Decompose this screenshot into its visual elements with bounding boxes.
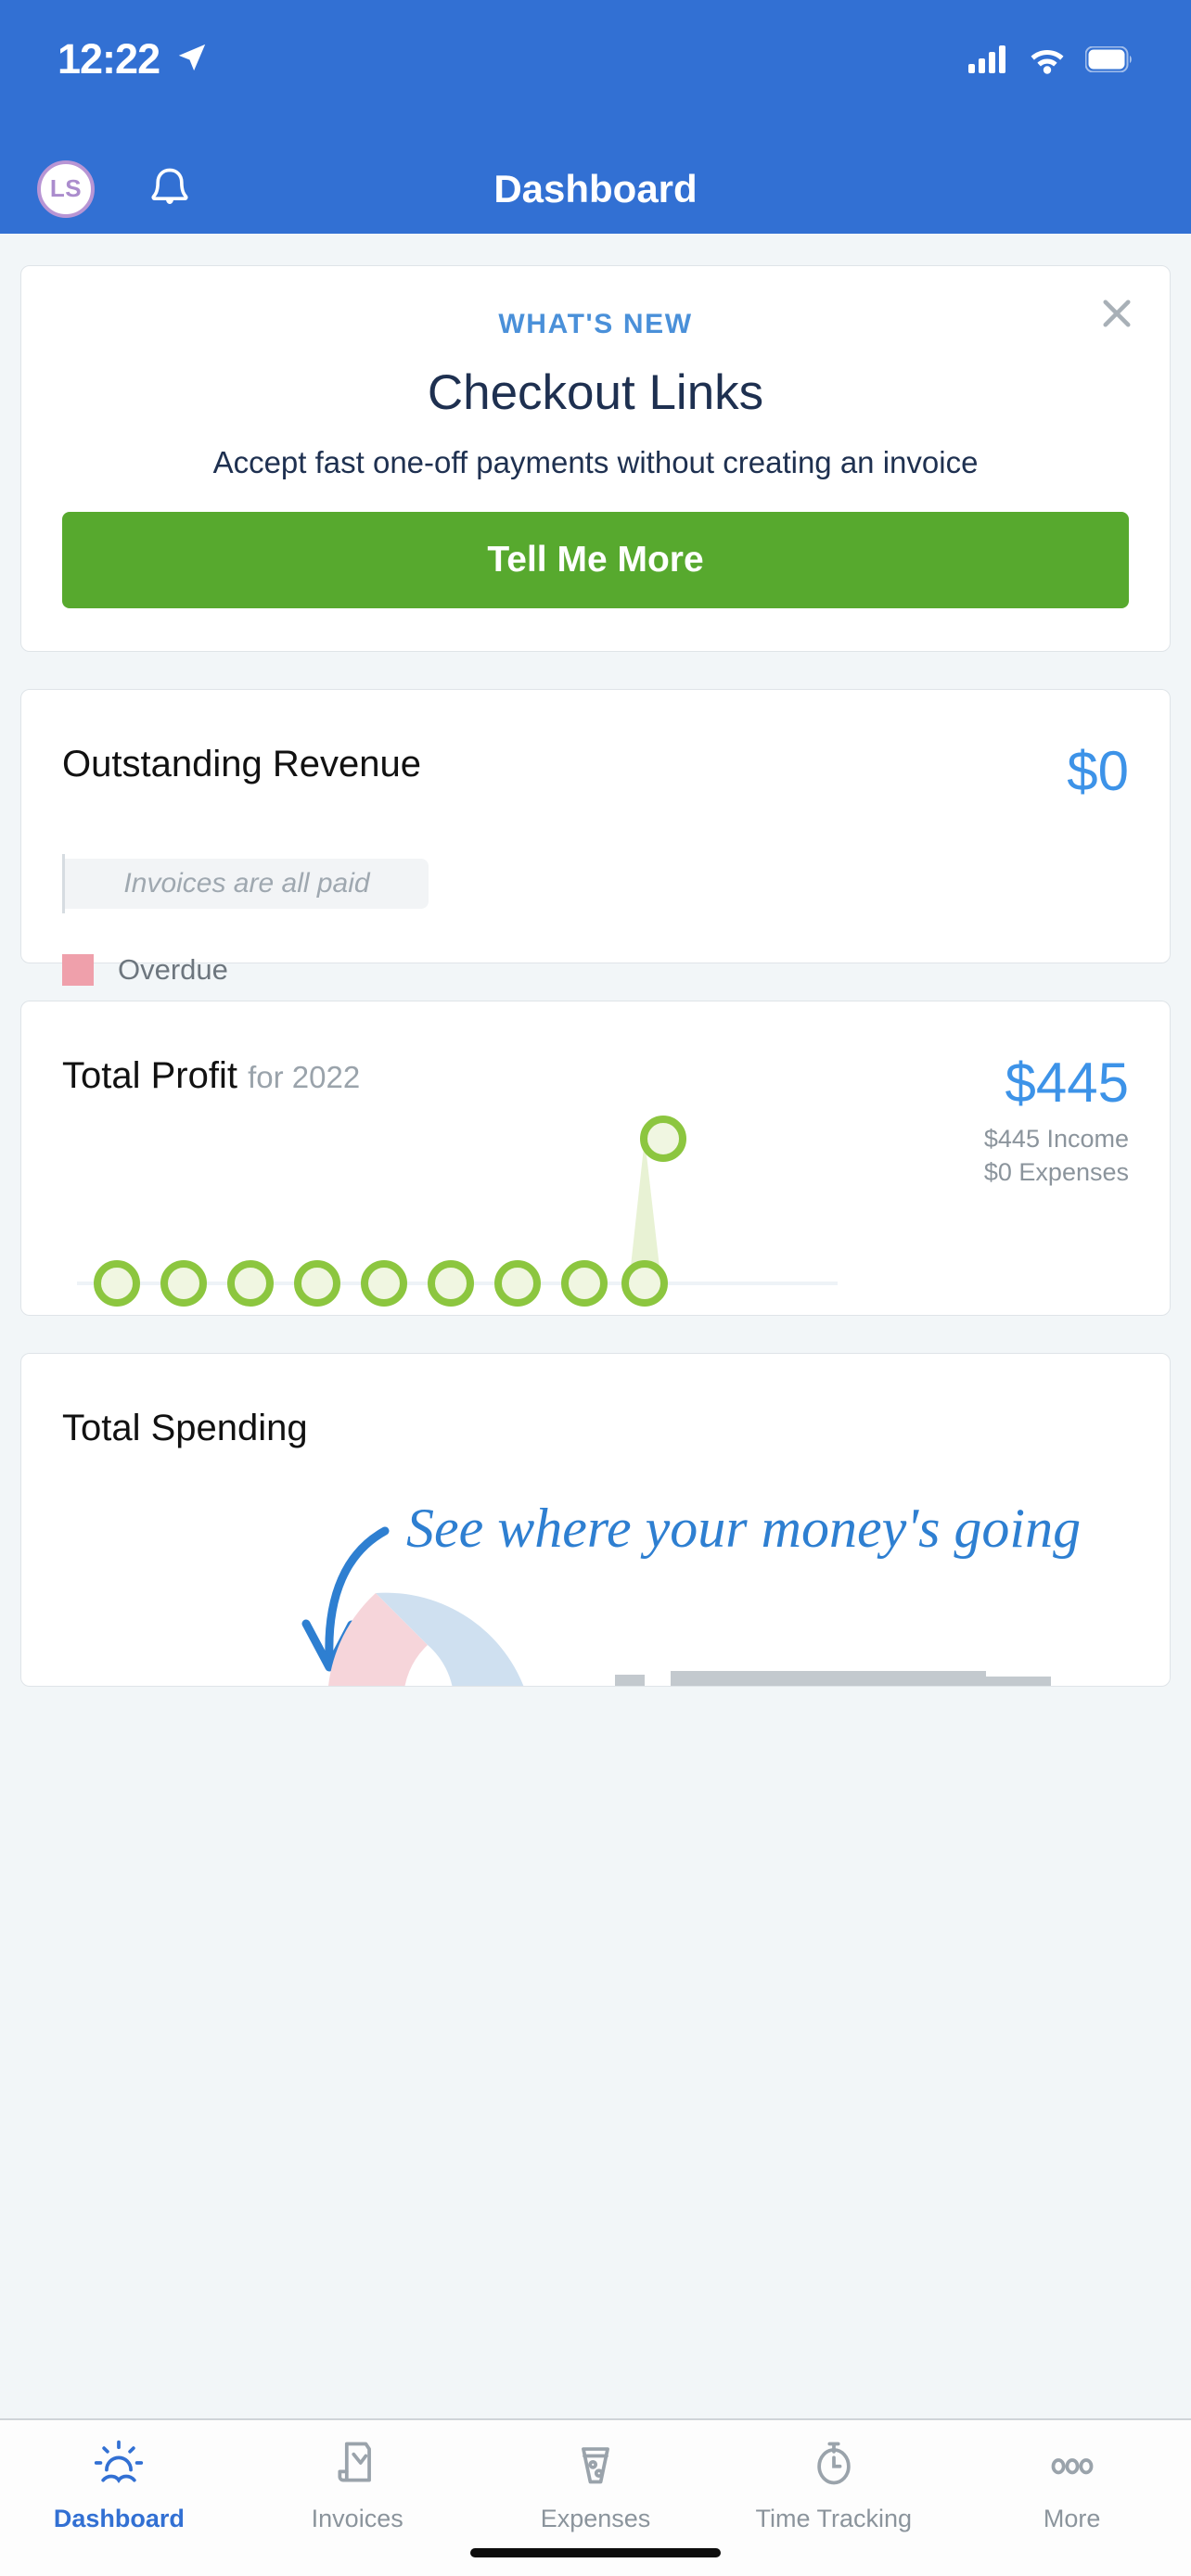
spending-annotation: See where your money's going [406,1498,1081,1559]
dashboard-scroll-content[interactable]: WHAT'S NEW Checkout Links Accept fast on… [0,234,1191,2418]
total-profit-title: Total Profit for 2022 [62,1055,360,1097]
avatar[interactable]: LS [37,160,95,218]
total-profit-title-text: Total Profit [62,1055,237,1096]
whats-new-title: Checkout Links [62,364,1129,421]
legend-swatch-overdue [62,954,94,986]
outstanding-revenue-amount: $0 [1067,744,1129,799]
home-indicator [470,2548,721,2557]
total-profit-card[interactable]: Total Profit for 2022 $445 $445 Income $… [20,1001,1171,1316]
notification-bell-icon[interactable] [143,162,197,216]
expenses-receipt-icon [567,2437,624,2493]
tab-label-more: More [1044,2505,1101,2533]
spending-bar-chart [615,1671,1051,1687]
location-arrow-icon [176,42,208,78]
tell-me-more-button[interactable]: Tell Me More [62,512,1129,608]
status-clock: 12:22 [58,35,160,83]
navigation-bar: LS Dashboard [0,144,1191,234]
bottom-tab-bar: Dashboard Invoices Expenses [0,2418,1191,2576]
legend-label-overdue: Overdue [118,953,228,987]
tab-invoices[interactable]: Invoices [238,2437,477,2533]
spending-donut-chart [270,1593,527,1687]
invoice-document-icon [328,2437,386,2493]
ellipsis-icon [1044,2437,1101,2493]
outstanding-revenue-chart: Invoices are all paid [62,859,1170,909]
outstanding-revenue-card[interactable]: Outstanding Revenue $0 Invoices are all … [20,689,1171,963]
whats-new-eyebrow: WHAT'S NEW [62,309,1129,340]
battery-icon [1085,46,1133,77]
outstanding-revenue-title: Outstanding Revenue [62,744,421,785]
total-spending-graphic: See where your money's going [21,1443,1134,1687]
cellular-signal-icon [968,45,1009,78]
tab-dashboard[interactable]: Dashboard [0,2437,238,2533]
empty-state-bar: Invoices are all paid [65,859,429,909]
status-bar: 12:22 [0,0,1191,144]
total-profit-period: for 2022 [248,1060,360,1094]
total-spending-header: Total Spending [21,1354,1170,1449]
tab-label-time-tracking: Time Tracking [756,2505,913,2533]
tab-label-dashboard: Dashboard [54,2505,185,2533]
whats-new-subtitle: Accept fast one-off payments without cre… [62,445,1129,480]
tab-label-invoices: Invoices [312,2505,403,2533]
status-bar-right [968,35,1133,79]
total-profit-line-chart [21,1102,1134,1315]
status-bar-left: 12:22 [58,35,208,83]
avatar-initials: LS [50,174,82,203]
close-icon[interactable] [1095,292,1138,335]
tab-label-expenses: Expenses [541,2505,651,2533]
tab-more[interactable]: More [953,2437,1191,2533]
tab-time-tracking[interactable]: Time Tracking [714,2437,953,2533]
chart-legend: Overdue [62,953,1170,987]
whats-new-card: WHAT'S NEW Checkout Links Accept fast on… [20,265,1171,652]
stopwatch-icon [805,2437,863,2493]
outstanding-revenue-header: Outstanding Revenue $0 [21,690,1170,799]
total-spending-card[interactable]: Total Spending See where your money's go… [20,1353,1171,1687]
dashboard-sunrise-icon [90,2437,147,2493]
wifi-icon [1028,45,1067,79]
tab-expenses[interactable]: Expenses [477,2437,715,2533]
